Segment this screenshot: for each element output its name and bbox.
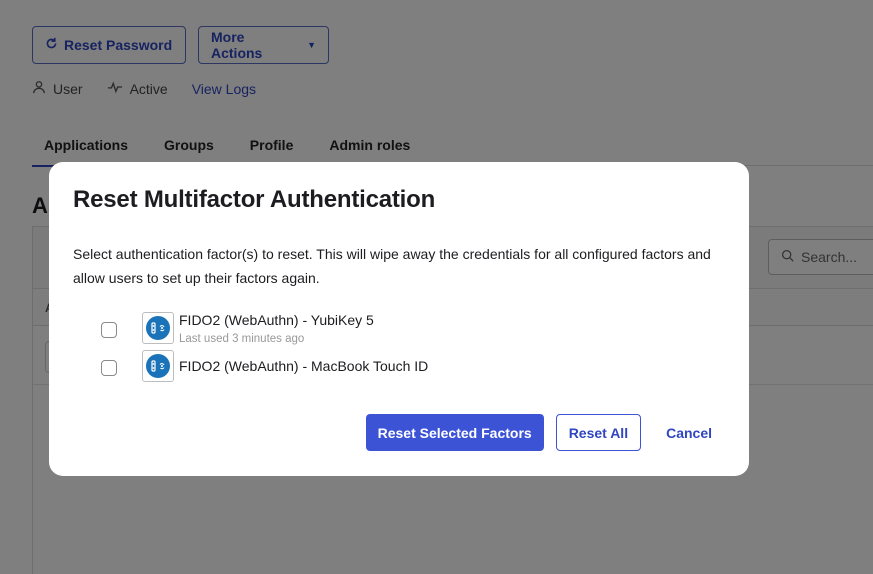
page: Reset Password More Actions ▼ User Activ… xyxy=(0,0,873,574)
factor-name: FIDO2 (WebAuthn) - MacBook Touch ID xyxy=(179,358,429,374)
reset-all-button[interactable]: Reset All xyxy=(555,414,642,451)
reset-mfa-dialog: Reset Multifactor Authentication Select … xyxy=(49,162,749,476)
fido2-logo-icon xyxy=(142,350,174,382)
fido2-logo-icon xyxy=(142,312,174,344)
reset-selected-factors-button[interactable]: Reset Selected Factors xyxy=(365,414,544,451)
dialog-description: Select authentication factor(s) to reset… xyxy=(73,246,711,286)
factor-list: FIDO2 (WebAuthn) - YubiKey 5 Last used 3… xyxy=(73,312,725,386)
dialog-title: Reset Multifactor Authentication xyxy=(73,186,436,213)
dialog-actions: Reset Selected Factors Reset All Cancel xyxy=(365,414,725,451)
cancel-button[interactable]: Cancel xyxy=(653,414,725,451)
factor-checkbox[interactable] xyxy=(101,322,117,338)
factor-last-used: Last used 3 minutes ago xyxy=(179,333,305,345)
factor-checkbox[interactable] xyxy=(101,360,117,376)
factor-name: FIDO2 (WebAuthn) - YubiKey 5 xyxy=(179,312,374,328)
factor-item: FIDO2 (WebAuthn) - MacBook Touch ID xyxy=(73,350,725,386)
factor-item: FIDO2 (WebAuthn) - YubiKey 5 Last used 3… xyxy=(73,312,725,352)
